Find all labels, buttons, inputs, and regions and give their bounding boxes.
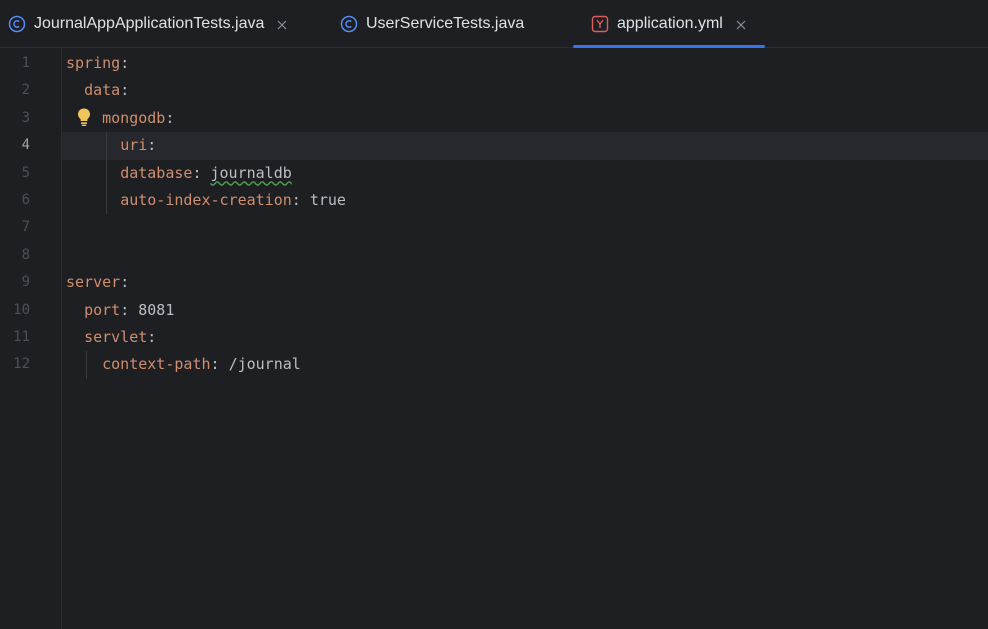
code-line: auto-index-creation: true [120,191,346,209]
line-number: 10 [13,301,30,318]
line-number: 5 [21,164,30,181]
code-line: spring: [66,54,130,72]
yaml-key: database [120,163,193,182]
line-number: 7 [21,219,30,236]
close-icon[interactable] [735,18,747,30]
editor-tab-bar: JournalAppApplicationTests.java UserServ… [0,0,988,48]
java-class-icon [340,15,358,33]
yaml-key: data [84,81,121,100]
tab-user-service-tests[interactable]: UserServiceTests.java [340,0,524,47]
ide-window: JournalAppApplicationTests.java UserServ… [0,0,988,629]
line-number: 1 [21,55,30,71]
code-line: port: 8081 [84,300,175,319]
yaml-key: server [66,273,121,292]
line-number: 2 [21,82,30,99]
line-number: 8 [21,246,30,263]
code-line: database: journaldb [120,163,292,182]
tab-label: JournalAppApplicationTests.java [34,14,265,32]
yaml-key: servlet [84,328,148,346]
line-number: 11 [13,329,30,345]
code-line: context-path: /journal [102,355,301,374]
close-icon[interactable] [276,18,288,30]
yaml-key: auto-index-creation [120,191,292,209]
code-line: server: [66,273,130,292]
code-line: uri: [120,136,157,155]
yaml-file-icon [591,15,609,33]
yaml-key: spring [66,54,121,72]
line-number-gutter: 1 2 3 4 5 6 7 8 9 10 11 12 [0,48,62,629]
line-number: 12 [13,356,30,373]
java-class-icon [8,15,26,33]
code-line: data: [84,81,130,100]
yaml-value: 8081 [138,300,175,319]
code-editor[interactable]: spring: data: mongodb: uri: database: jo… [62,48,988,629]
line-number: 3 [21,109,30,126]
yaml-key: uri [120,136,148,155]
yaml-key: mongodb [102,108,166,127]
yaml-value: true [309,191,346,209]
tab-label: UserServiceTests.java [366,14,525,32]
code-line: servlet: [84,328,157,346]
line-number: 6 [21,192,30,208]
line-number: 9 [21,274,30,291]
tab-application-yml[interactable]: application.yml [573,0,765,48]
tab-journal-app-application-tests[interactable]: JournalAppApplicationTests.java [8,0,288,47]
code-line: mongodb: [102,108,175,127]
yaml-key: port [84,300,121,319]
tab-label: application.yml [617,14,723,32]
line-number-current: 4 [21,137,30,154]
yaml-value: /journal [228,355,301,374]
yaml-key: context-path [102,355,211,374]
yaml-value-spellcheck: journaldb [210,163,292,182]
current-line-highlight [62,132,988,160]
